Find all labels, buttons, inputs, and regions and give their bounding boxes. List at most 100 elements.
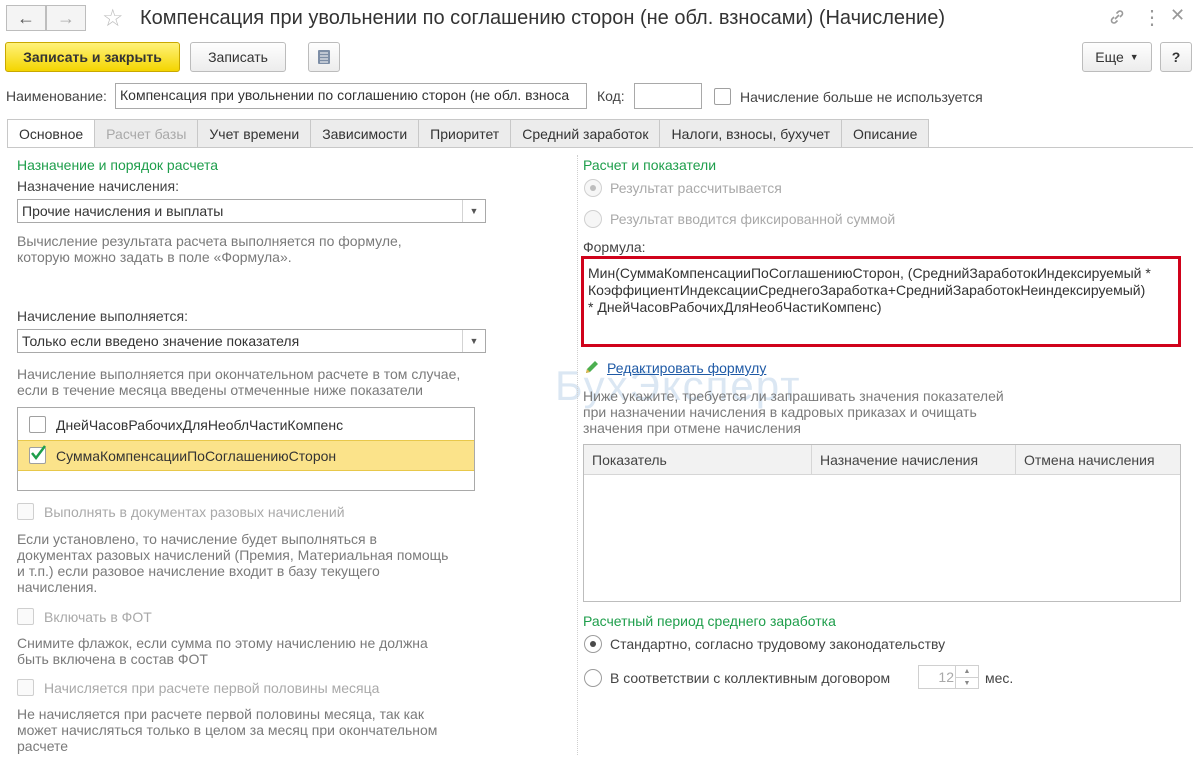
tab-taxes[interactable]: Налоги, взносы, бухучет [659,119,842,147]
one-time-note: Если установлено, то начисление будет вы… [17,531,448,595]
fot-note-line: Снимите флажок, если сумма по этому начи… [17,635,428,651]
formula-line: Мин(СуммаКомпенсацииПоСоглашениюСторон, … [588,265,1151,281]
avg-standard-radio[interactable] [584,635,602,653]
arrow-right-icon: → [57,7,75,28]
one-time-checkbox[interactable] [17,503,34,520]
column-header-assignment[interactable]: Назначение начисления [812,445,1016,475]
months-unit: мес. [985,670,1014,686]
exec-select-value: Только если введено значение показателя [22,333,300,349]
more-button-label: Еще [1095,49,1124,65]
document-list-icon [318,50,330,64]
fot-note-line: быть включена в состав ФОТ [17,651,208,667]
arrow-left-icon: ← [17,7,35,28]
one-time-note-line: и т.п.) если разовое начисление входит в… [17,563,380,579]
avg-period-title: Расчетный период среднего заработка [583,613,836,629]
indicator-label: СуммаКомпенсацииПоСоглашениюСторон [56,448,337,464]
help-button[interactable]: ? [1160,42,1192,72]
purpose-note-line: Вычисление результата расчета выполняетс… [17,233,402,249]
stepper-up-icon[interactable]: ▲ [955,666,978,677]
tab-time-accounting[interactable]: Учет времени [197,119,312,147]
ask-note-line: Ниже укажите, требуется ли запрашивать з… [583,388,1004,404]
ask-note-line: при назначении начисления в кадровых при… [583,404,977,420]
fot-note: Снимите флажок, если сумма по этому начи… [17,635,428,667]
avg-collective-label: В соответствии с коллективным договором [610,670,891,686]
tab-base-calc[interactable]: Расчет базы [94,119,199,147]
first-half-note: Не начисляется при расчете первой полови… [17,706,437,754]
result-calc-label: Результат рассчитывается [610,180,782,196]
column-header-indicator[interactable]: Показатель [584,445,812,475]
more-button[interactable]: Еще ▼ [1082,42,1152,72]
purpose-group-title: Назначение и порядок расчета [17,157,219,173]
save-and-close-button[interactable]: Записать и закрыть [5,42,180,72]
code-label: Код: [597,88,625,104]
avg-standard-label: Стандартно, согласно трудовому законодат… [610,636,946,652]
tab-priority[interactable]: Приоритет [418,119,512,147]
one-time-note-line: начисления. [17,579,98,595]
indicator-checkbox[interactable] [29,416,46,433]
indicators-list: ДнейЧасовРабочихДляНеоблЧастиКомпенс Сум… [17,407,475,491]
column-header-cancel[interactable]: Отмена начисления [1016,445,1180,475]
formula-text: Мин(СуммаКомпенсацииПоСоглашениюСторон, … [588,265,1151,316]
calc-group-title: Расчет и показатели [583,157,717,173]
code-input[interactable] [634,83,702,109]
formula-label: Формула: [583,239,646,255]
stepper-down-icon[interactable]: ▼ [955,677,978,689]
name-label: Наименование: [6,88,107,104]
indicator-label: ДнейЧасовРабочихДляНеоблЧастиКомпенс [56,417,344,433]
name-input[interactable]: Компенсация при увольнении по соглашению… [115,83,587,109]
months-stepper[interactable]: 12 ▲ ▼ [918,665,979,689]
tab-average-earnings[interactable]: Средний заработок [510,119,661,147]
tab-description[interactable]: Описание [840,119,930,147]
more-vert-icon[interactable]: ⋮ [1142,5,1162,30]
one-time-note-line: документах разовых начислений (Премия, М… [17,547,449,563]
list-item-selected[interactable]: СуммаКомпенсацииПоСоглашениюСторон [18,440,474,471]
purpose-label: Назначение начисления: [17,178,179,194]
save-button[interactable]: Записать [190,42,286,72]
back-button[interactable]: ← [6,5,46,31]
list-item[interactable]: ДнейЧасовРабочихДляНеоблЧастиКомпенс [18,408,474,440]
first-half-note-line: Не начисляется при расчете первой полови… [17,706,424,722]
purpose-note: Вычисление результата расчета выполняетс… [17,233,402,265]
chevron-down-icon[interactable]: ▼ [462,200,485,222]
exec-note-line: Начисление выполняется при окончательном… [17,366,461,382]
indicators-table[interactable]: Показатель Назначение начисления Отмена … [583,444,1181,602]
formula-field[interactable]: Мин(СуммаКомпенсацииПоСоглашениюСторон, … [581,256,1181,347]
months-value: 12 [938,669,954,685]
link-icon[interactable] [1108,8,1126,31]
first-half-checkbox[interactable] [17,679,34,696]
formula-line: * ДнейЧасовРабочихДляНеобЧастиКомпенс) [588,299,882,315]
tab-main[interactable]: Основное [7,119,96,148]
exec-label: Начисление выполняется: [17,308,188,324]
chevron-down-icon: ▼ [1129,52,1139,62]
close-icon[interactable]: ✕ [1170,5,1185,26]
purpose-select[interactable]: Прочие начисления и выплаты ▼ [17,199,486,223]
ask-note: Ниже укажите, требуется ли запрашивать з… [583,388,1004,436]
not-used-checkbox[interactable] [714,88,731,105]
purpose-select-value: Прочие начисления и выплаты [22,203,224,219]
indicator-checkbox[interactable] [29,445,46,464]
exec-note: Начисление выполняется при окончательном… [17,366,460,398]
checkmark-icon [31,445,46,461]
result-fixed-radio[interactable] [584,210,602,228]
edit-formula-link[interactable]: Редактировать формулу [607,360,766,376]
star-icon[interactable]: ☆ [102,4,124,33]
one-time-note-line: Если установлено, то начисление будет вы… [17,531,377,547]
fot-checkbox[interactable] [17,608,34,625]
forward-button[interactable]: → [46,5,86,31]
chevron-down-icon[interactable]: ▼ [462,330,485,352]
first-half-label: Начисляется при расчете первой половины … [44,680,380,696]
first-half-note-line: расчете [17,738,69,754]
one-time-label: Выполнять в документах разовых начислени… [44,504,345,520]
tab-bar: Основное Расчет базы Учет времени Зависи… [7,119,930,148]
result-calc-radio[interactable] [584,179,602,197]
fot-label: Включать в ФОТ [44,609,152,625]
report-button[interactable] [308,42,340,72]
result-fixed-label: Результат вводится фиксированной суммой [610,211,896,227]
exec-note-line: если в течение месяца введены отмеченные… [17,382,423,398]
avg-collective-radio[interactable] [584,669,602,687]
exec-select[interactable]: Только если введено значение показателя … [17,329,486,353]
window-title: Компенсация при увольнении по соглашению… [140,7,945,29]
purpose-note-line: которую можно задать в поле «Формула». [17,249,292,265]
tab-dependencies[interactable]: Зависимости [310,119,420,147]
formula-line: КоэффициентИндексацииСреднегоЗаработка+С… [588,282,1146,298]
